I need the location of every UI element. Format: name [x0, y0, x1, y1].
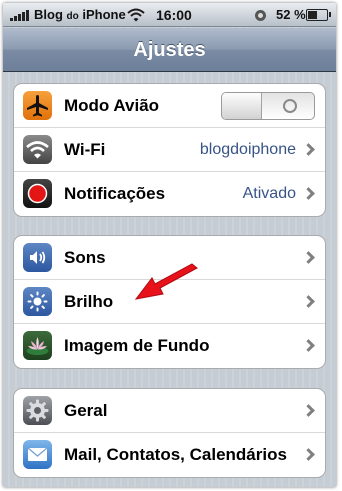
settings-row-general[interactable]: Geral	[14, 389, 325, 433]
chevron-right-icon	[302, 404, 315, 417]
status-bar: Blog do iPhone 16:00 52 %	[3, 3, 336, 27]
wifi-network-value: blogdoiphone	[199, 141, 296, 158]
wifi-icon	[23, 135, 52, 164]
chevron-right-icon	[302, 448, 315, 461]
page-title: Ajustes	[133, 39, 206, 61]
wallpaper-icon	[23, 331, 52, 360]
annotation-arrow-icon	[134, 263, 198, 300]
mail-icon	[23, 440, 52, 469]
toggle-off-indicator	[283, 99, 297, 113]
battery-icon	[306, 9, 331, 21]
settings-group-general: Geral Mail, Contatos, Calendários	[13, 388, 326, 478]
chevron-right-icon	[302, 187, 315, 200]
notifications-icon	[23, 179, 52, 208]
airplane-mode-toggle[interactable]	[221, 92, 315, 120]
battery-percent: 52 %	[276, 7, 306, 22]
chevron-right-icon	[302, 143, 315, 156]
settings-group-connectivity: Modo Avião Wi-Fi blogdoiphone Notificaçõ…	[13, 83, 326, 217]
status-time: 16:00	[156, 7, 192, 23]
settings-row-label: Mail, Contatos, Calendários	[64, 445, 287, 464]
sounds-icon	[23, 243, 52, 272]
signal-strength-icon	[10, 10, 30, 21]
gear-icon	[23, 396, 52, 425]
settings-row-label: Modo Avião	[64, 96, 160, 115]
settings-row-wifi[interactable]: Wi-Fi blogdoiphone	[14, 128, 325, 172]
carrier-name: Blog do iPhone	[34, 7, 126, 22]
orientation-lock-icon	[255, 10, 266, 21]
brightness-icon	[23, 287, 52, 316]
settings-row-label: Imagem de Fundo	[64, 336, 210, 355]
settings-row-label: Brilho	[64, 292, 114, 311]
notifications-value: Ativado	[242, 185, 296, 202]
settings-row-label: Geral	[64, 401, 108, 420]
battery-fill	[308, 11, 317, 19]
navigation-bar: Ajustes	[3, 28, 336, 72]
settings-row-label: Notificações	[64, 184, 166, 203]
settings-row-notifications[interactable]: Notificações Ativado	[14, 172, 325, 216]
iphone-screen: Blog do iPhone 16:00 52 % Ajustes Modo A…	[3, 3, 336, 487]
settings-row-wallpaper[interactable]: Imagem de Fundo	[14, 324, 325, 368]
chevron-right-icon	[302, 339, 315, 352]
wifi-status-icon	[127, 8, 145, 22]
chevron-right-icon	[302, 295, 315, 308]
toggle-knob[interactable]	[222, 93, 262, 119]
settings-row-airplane-mode: Modo Avião	[14, 84, 325, 128]
airplane-icon	[23, 91, 52, 120]
settings-row-label: Sons	[64, 248, 106, 267]
settings-row-label: Wi-Fi	[64, 140, 106, 159]
chevron-right-icon	[302, 251, 315, 264]
settings-row-mail-contacts-calendars[interactable]: Mail, Contatos, Calendários	[14, 433, 325, 477]
